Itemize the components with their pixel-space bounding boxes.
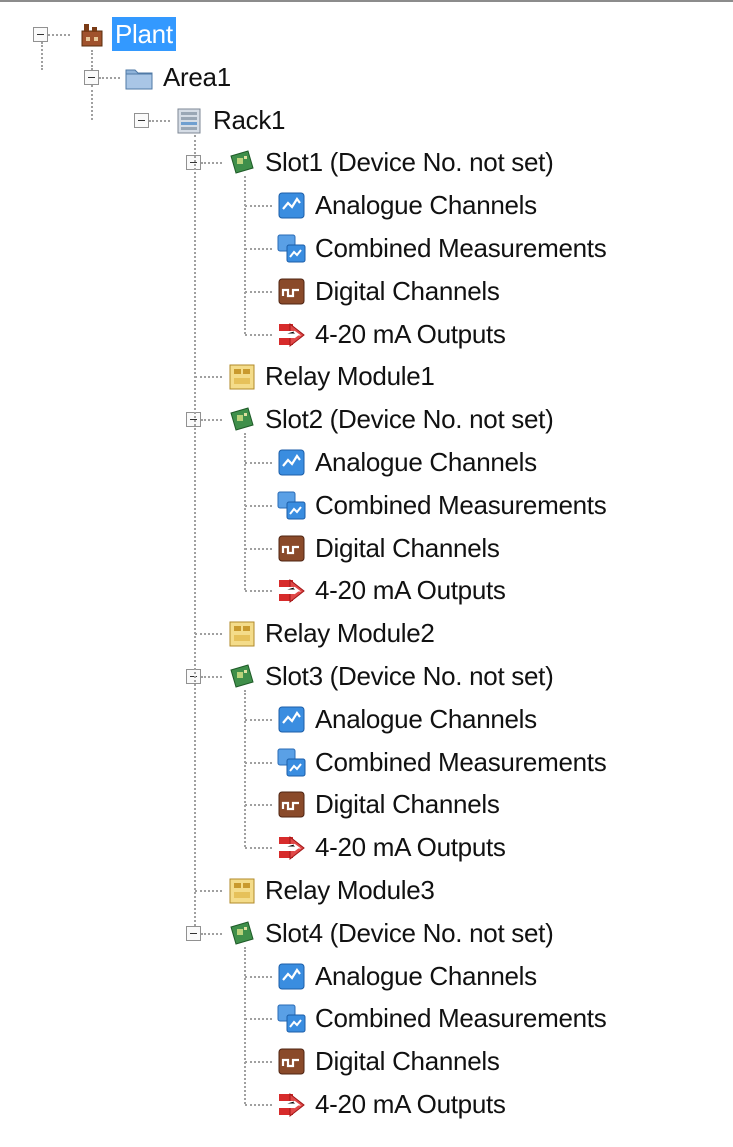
collapse-toggle-icon[interactable] <box>186 925 201 941</box>
tree-connector-line <box>245 1018 272 1021</box>
relay-module-icon <box>226 875 256 905</box>
collapse-toggle-icon[interactable] <box>134 112 149 128</box>
tree-connector-line <box>245 547 272 550</box>
tree-node-digital-channels[interactable]: Digital Channels <box>312 531 503 565</box>
tree-node-combined-measurements[interactable]: Combined Measurements <box>312 745 609 779</box>
tree-connector-line <box>244 433 246 591</box>
combined-measurements-icon <box>276 233 306 263</box>
device-tree-view[interactable]: Plant Area1 Rack1 Slot1 (Device No. not set… <box>0 0 733 1147</box>
tree-node-analogue-channels[interactable]: Analogue Channels <box>312 188 540 222</box>
tree-connector-line <box>201 932 222 935</box>
tree-connector-line <box>41 42 43 70</box>
slot-card-icon <box>226 918 256 948</box>
digital-channels-icon <box>276 533 306 563</box>
tree-connector-line <box>245 333 272 336</box>
tree-node-digital-channels[interactable]: Digital Channels <box>312 1044 503 1078</box>
tree-node-ma-outputs[interactable]: 4-20 mA Outputs <box>312 317 509 351</box>
combined-measurements-icon <box>276 1003 306 1033</box>
tree-connector-line <box>245 804 272 807</box>
tree-node-slot[interactable]: Slot4 (Device No. not set) <box>262 916 556 950</box>
tree-node-digital-channels[interactable]: Digital Channels <box>312 274 503 308</box>
collapse-toggle-icon[interactable] <box>33 27 48 42</box>
tree-connector-line <box>195 633 222 636</box>
tree-node-analogue-channels[interactable]: Analogue Channels <box>312 702 540 736</box>
tree-node-slot[interactable]: Slot3 (Device No. not set) <box>262 659 556 693</box>
slot-card-icon <box>226 404 256 434</box>
combined-measurements-icon <box>276 747 306 777</box>
tree-connector-line <box>201 419 222 422</box>
tree-connector-line <box>195 376 222 379</box>
tree-connector-line <box>245 847 272 850</box>
tree-node-combined-measurements[interactable]: Combined Measurements <box>312 1001 609 1035</box>
tree-connector-line <box>244 176 246 334</box>
tree-connector-line <box>245 718 272 721</box>
collapse-toggle-icon[interactable] <box>84 69 99 85</box>
tree-connector-line <box>245 290 272 293</box>
analogue-channels-icon <box>276 190 306 220</box>
tree-connector-line <box>245 462 272 464</box>
tree-connector-line <box>244 946 246 1104</box>
tree-node-relay-module[interactable]: Relay Module2 <box>262 616 438 650</box>
tree-connector-line <box>91 50 93 70</box>
tree-node-analogue-channels[interactable]: Analogue Channels <box>312 959 540 993</box>
rack-icon <box>174 105 204 135</box>
digital-channels-icon <box>276 1046 306 1076</box>
tree-node-relay-module[interactable]: Relay Module3 <box>262 873 438 907</box>
tree-node-analogue-channels[interactable]: Analogue Channels <box>312 445 540 479</box>
tree-connector-line <box>245 504 272 507</box>
digital-channels-icon <box>276 789 306 819</box>
tree-node-digital-channels[interactable]: Digital Channels <box>312 787 503 821</box>
tree-node-combined-measurements[interactable]: Combined Measurements <box>312 231 609 265</box>
ma-outputs-icon <box>276 832 306 862</box>
analogue-channels-icon <box>276 704 306 734</box>
tree-node-plant[interactable]: Plant <box>112 17 176 51</box>
slot-card-icon <box>226 147 256 177</box>
tree-connector-line <box>48 34 70 36</box>
tree-node-ma-outputs[interactable]: 4-20 mA Outputs <box>312 830 509 864</box>
relay-module-icon <box>226 618 256 648</box>
tree-connector-line <box>194 134 196 926</box>
tree-node-ma-outputs[interactable]: 4-20 mA Outputs <box>312 573 509 607</box>
tree-connector-line <box>245 975 272 978</box>
tree-connector-line <box>149 119 170 122</box>
tree-connector-line <box>244 690 246 848</box>
digital-channels-icon <box>276 276 306 306</box>
tree-connector-line <box>245 248 272 250</box>
tree-connector-line <box>245 1104 272 1106</box>
tree-connector-line <box>99 76 120 79</box>
tree-node-combined-measurements[interactable]: Combined Measurements <box>312 488 609 522</box>
ma-outputs-icon <box>276 319 306 349</box>
folder-icon <box>124 62 154 92</box>
ma-outputs-icon <box>276 1089 306 1119</box>
tree-connector-line <box>195 890 222 892</box>
tree-node-relay-module[interactable]: Relay Module1 <box>262 359 438 393</box>
plant-icon <box>76 19 106 49</box>
tree-connector-line <box>245 1061 272 1064</box>
analogue-channels-icon <box>276 447 306 477</box>
ma-outputs-icon <box>276 575 306 605</box>
tree-connector-line <box>91 84 93 120</box>
analogue-channels-icon <box>276 961 306 991</box>
tree-node-area[interactable]: Area1 <box>160 60 234 94</box>
tree-connector-line <box>245 761 272 764</box>
tree-node-slot[interactable]: Slot2 (Device No. not set) <box>262 402 556 436</box>
tree-node-ma-outputs[interactable]: 4-20 mA Outputs <box>312 1087 509 1121</box>
slot-card-icon <box>226 661 256 691</box>
tree-connector-line <box>201 162 222 165</box>
tree-node-slot[interactable]: Slot1 (Device No. not set) <box>262 145 556 179</box>
tree-connector-line <box>201 676 222 678</box>
tree-connector-line <box>245 205 272 208</box>
combined-measurements-icon <box>276 490 306 520</box>
tree-node-rack[interactable]: Rack1 <box>210 103 288 137</box>
relay-module-icon <box>226 361 256 391</box>
tree-connector-line <box>245 590 272 593</box>
